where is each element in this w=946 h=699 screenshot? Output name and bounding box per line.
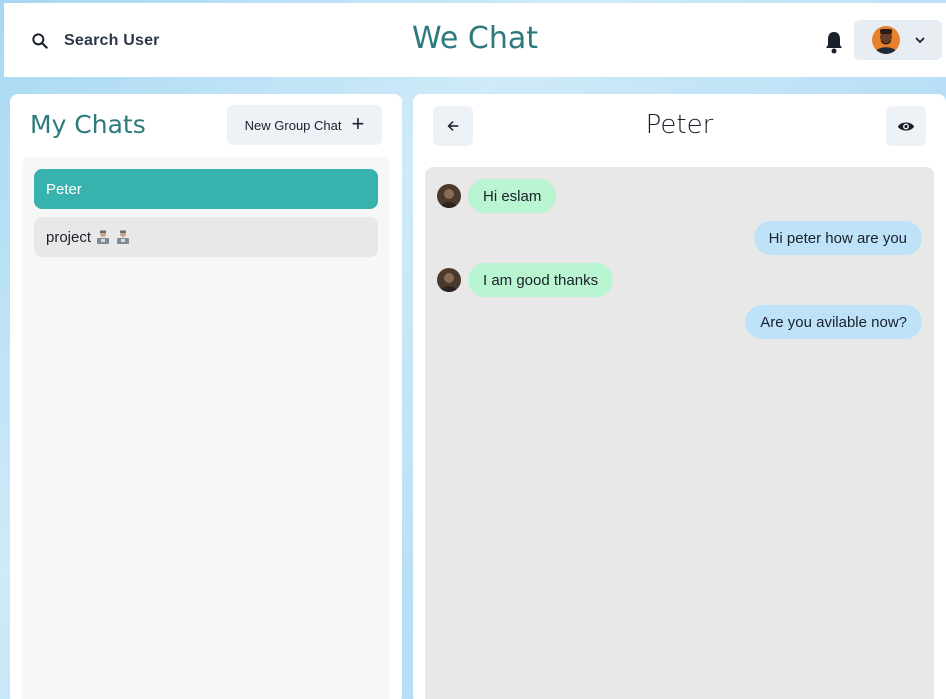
plus-icon: +: [351, 111, 365, 136]
message-bubble: Hi peter how are you: [753, 221, 922, 255]
message-bubble: Are you avilable now?: [745, 305, 922, 339]
chevron-down-icon: [915, 37, 925, 44]
new-group-chat-label: New Group Chat: [244, 117, 342, 133]
eye-icon: [897, 121, 915, 131]
messages-area: Hi eslam Hi peter how are you I am good …: [425, 167, 934, 699]
chat-title: Peter: [645, 110, 714, 140]
chat-item-label: Peter: [46, 180, 82, 198]
sender-avatar[interactable]: [437, 268, 461, 292]
chat-item-project[interactable]: project: [34, 217, 378, 257]
my-chats-panel: My Chats New Group Chat + Peter project: [10, 94, 402, 699]
message-row: Are you avilable now?: [425, 305, 934, 339]
chat-item-label: project: [46, 228, 92, 246]
my-chats-title: My Chats: [30, 110, 146, 139]
sender-avatar[interactable]: [437, 184, 461, 208]
chat-list: Peter project: [22, 157, 390, 699]
message-row: Hi peter how are you: [425, 221, 934, 255]
technologist-icon: [97, 230, 110, 244]
app-title: We Chat: [411, 21, 538, 56]
message-bubble: Hi eslam: [468, 179, 557, 213]
chat-panel: Peter Hi eslam Hi peter how are you I am…: [413, 94, 946, 699]
message-row: Hi eslam: [425, 179, 934, 213]
avatar: [872, 26, 900, 54]
chat-item-peter[interactable]: Peter: [34, 169, 378, 209]
bell-icon[interactable]: [824, 30, 844, 54]
view-profile-button[interactable]: [886, 106, 926, 146]
message-row: I am good thanks: [425, 263, 934, 297]
top-bar: Search User We Chat: [4, 3, 946, 77]
message-bubble: I am good thanks: [468, 263, 614, 297]
technologist-icon: [117, 230, 130, 244]
new-group-chat-button[interactable]: New Group Chat +: [227, 105, 382, 145]
profile-menu-button[interactable]: [854, 20, 942, 60]
